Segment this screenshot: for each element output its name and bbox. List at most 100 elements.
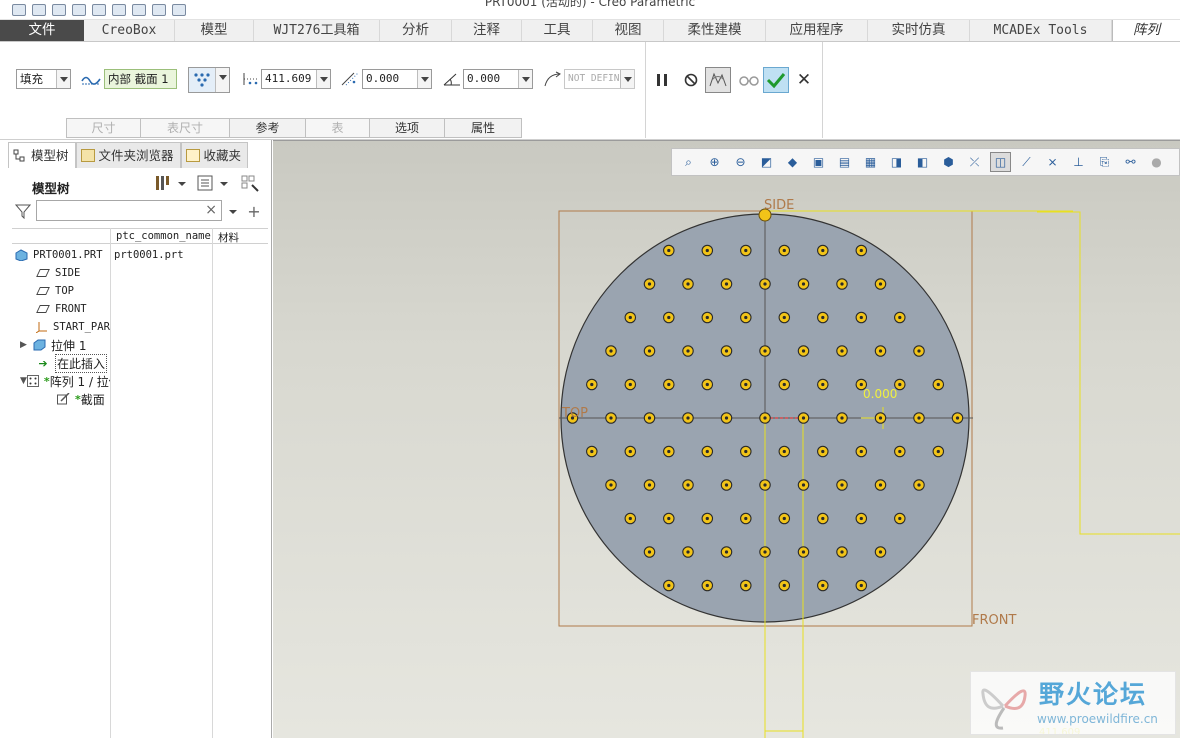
pattern-member-center	[647, 349, 652, 353]
chevron-down-icon[interactable]	[227, 205, 239, 219]
model-tree-search-input[interactable]: ×	[36, 200, 222, 221]
sketch-icon	[56, 393, 70, 405]
pattern-member-center	[898, 449, 902, 454]
column-header-material[interactable]: 材料	[218, 230, 239, 245]
tree-item-label: SIDE	[55, 267, 81, 279]
close-icon[interactable]: ✕	[791, 67, 817, 93]
pattern-member-center	[878, 282, 883, 286]
tree-item-front[interactable]: FRONT	[36, 300, 87, 318]
glasses-icon[interactable]	[736, 67, 762, 93]
pattern-member-center	[917, 483, 921, 487]
border-distance-input[interactable]: 0.000	[362, 69, 432, 89]
column-header-common-name[interactable]: ptc_common_name	[116, 230, 211, 242]
pause-icon[interactable]	[649, 67, 675, 93]
pattern-member-center	[898, 315, 902, 320]
chevron-down-icon	[518, 70, 532, 88]
pattern-member-center	[705, 449, 709, 454]
nav-tab-model-tree-label: 模型树	[31, 147, 69, 163]
tab-annotate[interactable]: 注释	[452, 20, 522, 41]
filter-funnel-icon[interactable]	[14, 202, 32, 220]
rotation-angle-icon	[441, 71, 463, 87]
graphics-window[interactable]: ⌕ ⊕ ⊖ ◩ ◆ ▣ ▤ ▦ ◨ ◧ ⬢ ⤫ ◫ ⟋ ⨯ ⊥ ⎘ ⚯ ● SI…	[273, 140, 1180, 738]
section-collector[interactable]: 内部 截面 1	[104, 69, 177, 89]
chevron-down-icon	[215, 68, 229, 92]
rotation-input[interactable]: 0.000	[463, 69, 533, 89]
pattern-type-dropdown[interactable]: 填充	[16, 69, 71, 89]
tab-analysis[interactable]: 分析	[380, 20, 452, 41]
tree-item-extrude[interactable]: ▶ 拉伸 1	[20, 336, 86, 354]
pattern-member-center	[898, 382, 902, 387]
pattern-member-center	[609, 349, 613, 353]
tree-settings-icon[interactable]	[154, 173, 190, 193]
tab-tools[interactable]: 工具	[522, 20, 593, 41]
ribbon-divider	[645, 42, 646, 138]
clear-search-icon[interactable]: ×	[205, 202, 217, 218]
tab-wjt276-toolbox[interactable]: WJT276工具箱	[254, 20, 380, 41]
add-filter-icon[interactable]: +	[245, 202, 263, 221]
sketch-reference-line	[1037, 211, 1180, 535]
nav-tab-model-tree[interactable]: 模型树	[8, 142, 76, 168]
tree-item-label: 阵列 1 / 拉伸 1	[49, 374, 110, 389]
pattern-member-center	[821, 248, 825, 253]
pattern-member-center	[821, 315, 825, 320]
pattern-member-center	[705, 248, 709, 253]
slideup-tab-options[interactable]: 选项	[370, 118, 445, 138]
pattern-member-center	[878, 483, 883, 487]
slideup-tab-table-dimensions[interactable]: 表尺寸	[141, 118, 230, 138]
no-preview-icon[interactable]	[678, 67, 704, 93]
pattern-member-center	[821, 382, 825, 387]
tree-item-top[interactable]: TOP	[36, 282, 74, 300]
folder-icon	[80, 149, 95, 162]
tree-item-section[interactable]: * 截面	[56, 390, 110, 408]
pattern-member-center	[647, 416, 652, 420]
tab-applications[interactable]: 应用程序	[766, 20, 868, 41]
tree-item-side[interactable]: SIDE	[36, 264, 80, 282]
slideup-tab-tables[interactable]: 表	[306, 118, 370, 138]
pattern-member-center	[859, 315, 863, 320]
tree-item-pattern[interactable]: ▼ *阵列 1 / 拉伸 1	[20, 372, 110, 390]
tree-item-part[interactable]: PRT0001.PRT prt0001.prt	[14, 246, 184, 264]
tree-item-insert-here[interactable]: ➔ 在此插入	[36, 353, 108, 373]
pattern-member-center	[782, 315, 786, 320]
rotation-dimension[interactable]: 0.000	[863, 387, 897, 401]
tree-filters-icon[interactable]	[196, 173, 232, 193]
slideup-tab-properties[interactable]: 属性	[445, 118, 522, 138]
csys-icon	[36, 321, 48, 333]
spacing-input[interactable]: 411.609	[261, 69, 331, 89]
tree-item-label: TOP	[55, 285, 74, 297]
pattern-member-center	[609, 416, 613, 420]
tab-flexible-modeling[interactable]: 柔性建模	[664, 20, 766, 41]
tab-pattern[interactable]: 阵列	[1112, 20, 1180, 41]
expand-arrow-icon[interactable]: ▶	[20, 340, 32, 350]
nav-tab-folder-browser[interactable]: 文件夹浏览器	[75, 142, 181, 168]
checkmark-icon[interactable]	[763, 67, 789, 93]
tab-file[interactable]: 文件	[0, 20, 84, 41]
pattern-member-center	[705, 583, 709, 588]
tab-creobox[interactable]: CreoBox	[84, 20, 175, 41]
slideup-tab-dimensions[interactable]: 尺寸	[66, 118, 141, 138]
pattern-member-center	[705, 382, 709, 387]
pattern-member-center	[840, 483, 844, 487]
grid-template-dropdown[interactable]	[188, 67, 230, 93]
tree-item-csys[interactable]: START_PART_CSYS	[36, 318, 110, 336]
pattern-member-center	[782, 583, 786, 588]
pattern-member-center	[744, 248, 748, 253]
dashboard-slideup-tabs: 尺寸 表尺寸 参考 表 选项 属性	[66, 118, 522, 138]
pattern-member-center	[917, 349, 921, 353]
slideup-tab-references[interactable]: 参考	[230, 118, 306, 138]
pattern-member-center	[936, 449, 940, 454]
collapse-arrow-icon[interactable]: ▼	[20, 376, 27, 386]
radial-direction-input[interactable]: NOT DEFINED	[564, 69, 635, 89]
tab-model[interactable]: 模型	[175, 20, 254, 41]
preview-icon[interactable]	[705, 67, 731, 93]
tab-mcadex-tools[interactable]: MCADEx Tools	[970, 20, 1112, 41]
top-plane-label: TOP	[562, 406, 589, 421]
show-tree-columns-icon[interactable]	[240, 173, 262, 193]
tab-view[interactable]: 视图	[593, 20, 664, 41]
pattern-member-center	[840, 550, 844, 554]
sketch-canvas[interactable]	[273, 141, 1180, 738]
tab-realtime-simulation[interactable]: 实时仿真	[868, 20, 970, 41]
pattern-member-center	[782, 516, 786, 521]
pattern-member-center	[744, 449, 748, 454]
nav-tab-favorites[interactable]: 收藏夹	[180, 142, 249, 168]
